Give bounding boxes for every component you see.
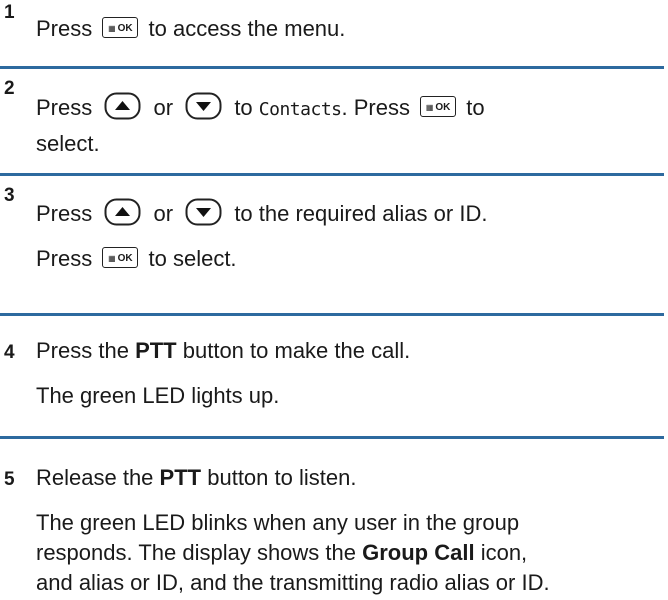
- step-text: responds. The display shows the Group Ca…: [36, 538, 527, 568]
- text: to access the menu.: [148, 16, 346, 41]
- menu-ok-key-icon: ▦ OK: [102, 246, 139, 268]
- ok-label: OK: [117, 252, 133, 264]
- text: responds. The display shows the: [36, 540, 356, 565]
- step-text: Press ▦ OK to select.: [36, 244, 237, 274]
- group-call-bold: Group Call: [362, 540, 475, 565]
- menu-grid-glyph: ▦: [108, 23, 116, 33]
- text: Press: [36, 201, 93, 226]
- text: to select.: [148, 246, 237, 271]
- menu-grid-glyph: ▦: [425, 102, 434, 112]
- ok-label: OK: [435, 101, 451, 113]
- up-arrow-key-icon: [104, 92, 141, 120]
- ptt-bold: PTT: [159, 465, 202, 490]
- text: button to make the call.: [182, 338, 411, 363]
- step-number: 2: [4, 78, 15, 99]
- step-text: Press or to Contacts. Press ▦ OK to: [36, 92, 485, 125]
- step-number: 4: [4, 342, 15, 363]
- menu-item-contacts: Contacts: [258, 99, 342, 120]
- menu-ok-key-icon: ▦ OK: [420, 95, 457, 117]
- step-number: 3: [4, 185, 15, 206]
- text: or: [153, 201, 174, 226]
- text: to the required alias or ID.: [234, 201, 488, 226]
- separator: [0, 313, 664, 316]
- up-arrow-key-icon: [104, 198, 141, 226]
- text: to: [234, 95, 253, 120]
- separator: [0, 173, 664, 176]
- text: Press: [36, 16, 93, 41]
- text: or: [153, 95, 174, 120]
- step-text: Press ▦ OK to access the menu.: [36, 14, 345, 44]
- step-number: 1: [4, 2, 15, 23]
- step-text: The green LED blinks when any user in th…: [36, 510, 520, 535]
- step-number: 5: [4, 469, 15, 490]
- ok-label: OK: [117, 22, 133, 34]
- text: icon,: [480, 540, 528, 565]
- separator: [0, 436, 664, 439]
- down-arrow-key-icon: [185, 198, 222, 226]
- step-text: Press or to the required alias or ID.: [36, 198, 488, 229]
- text: to: [466, 95, 485, 120]
- text: button to listen.: [207, 465, 357, 490]
- text: Press: [36, 95, 93, 120]
- step-text: and alias or ID, and the transmitting ra…: [36, 570, 550, 595]
- text: Release the: [36, 465, 154, 490]
- separator: [0, 66, 664, 69]
- down-arrow-key-icon: [185, 92, 222, 120]
- step-text: Press the PTT button to make the call.: [36, 336, 410, 366]
- menu-grid-glyph: ▦: [108, 253, 116, 263]
- ptt-bold: PTT: [135, 338, 177, 363]
- step-text: select.: [36, 131, 100, 156]
- text: Press the: [36, 338, 129, 363]
- menu-ok-key-icon: ▦ OK: [102, 16, 139, 38]
- step-text: Release the PTT button to listen.: [36, 463, 356, 493]
- step-text: The green LED lights up.: [36, 383, 280, 408]
- text: Press: [36, 246, 93, 271]
- text: . Press: [341, 95, 410, 120]
